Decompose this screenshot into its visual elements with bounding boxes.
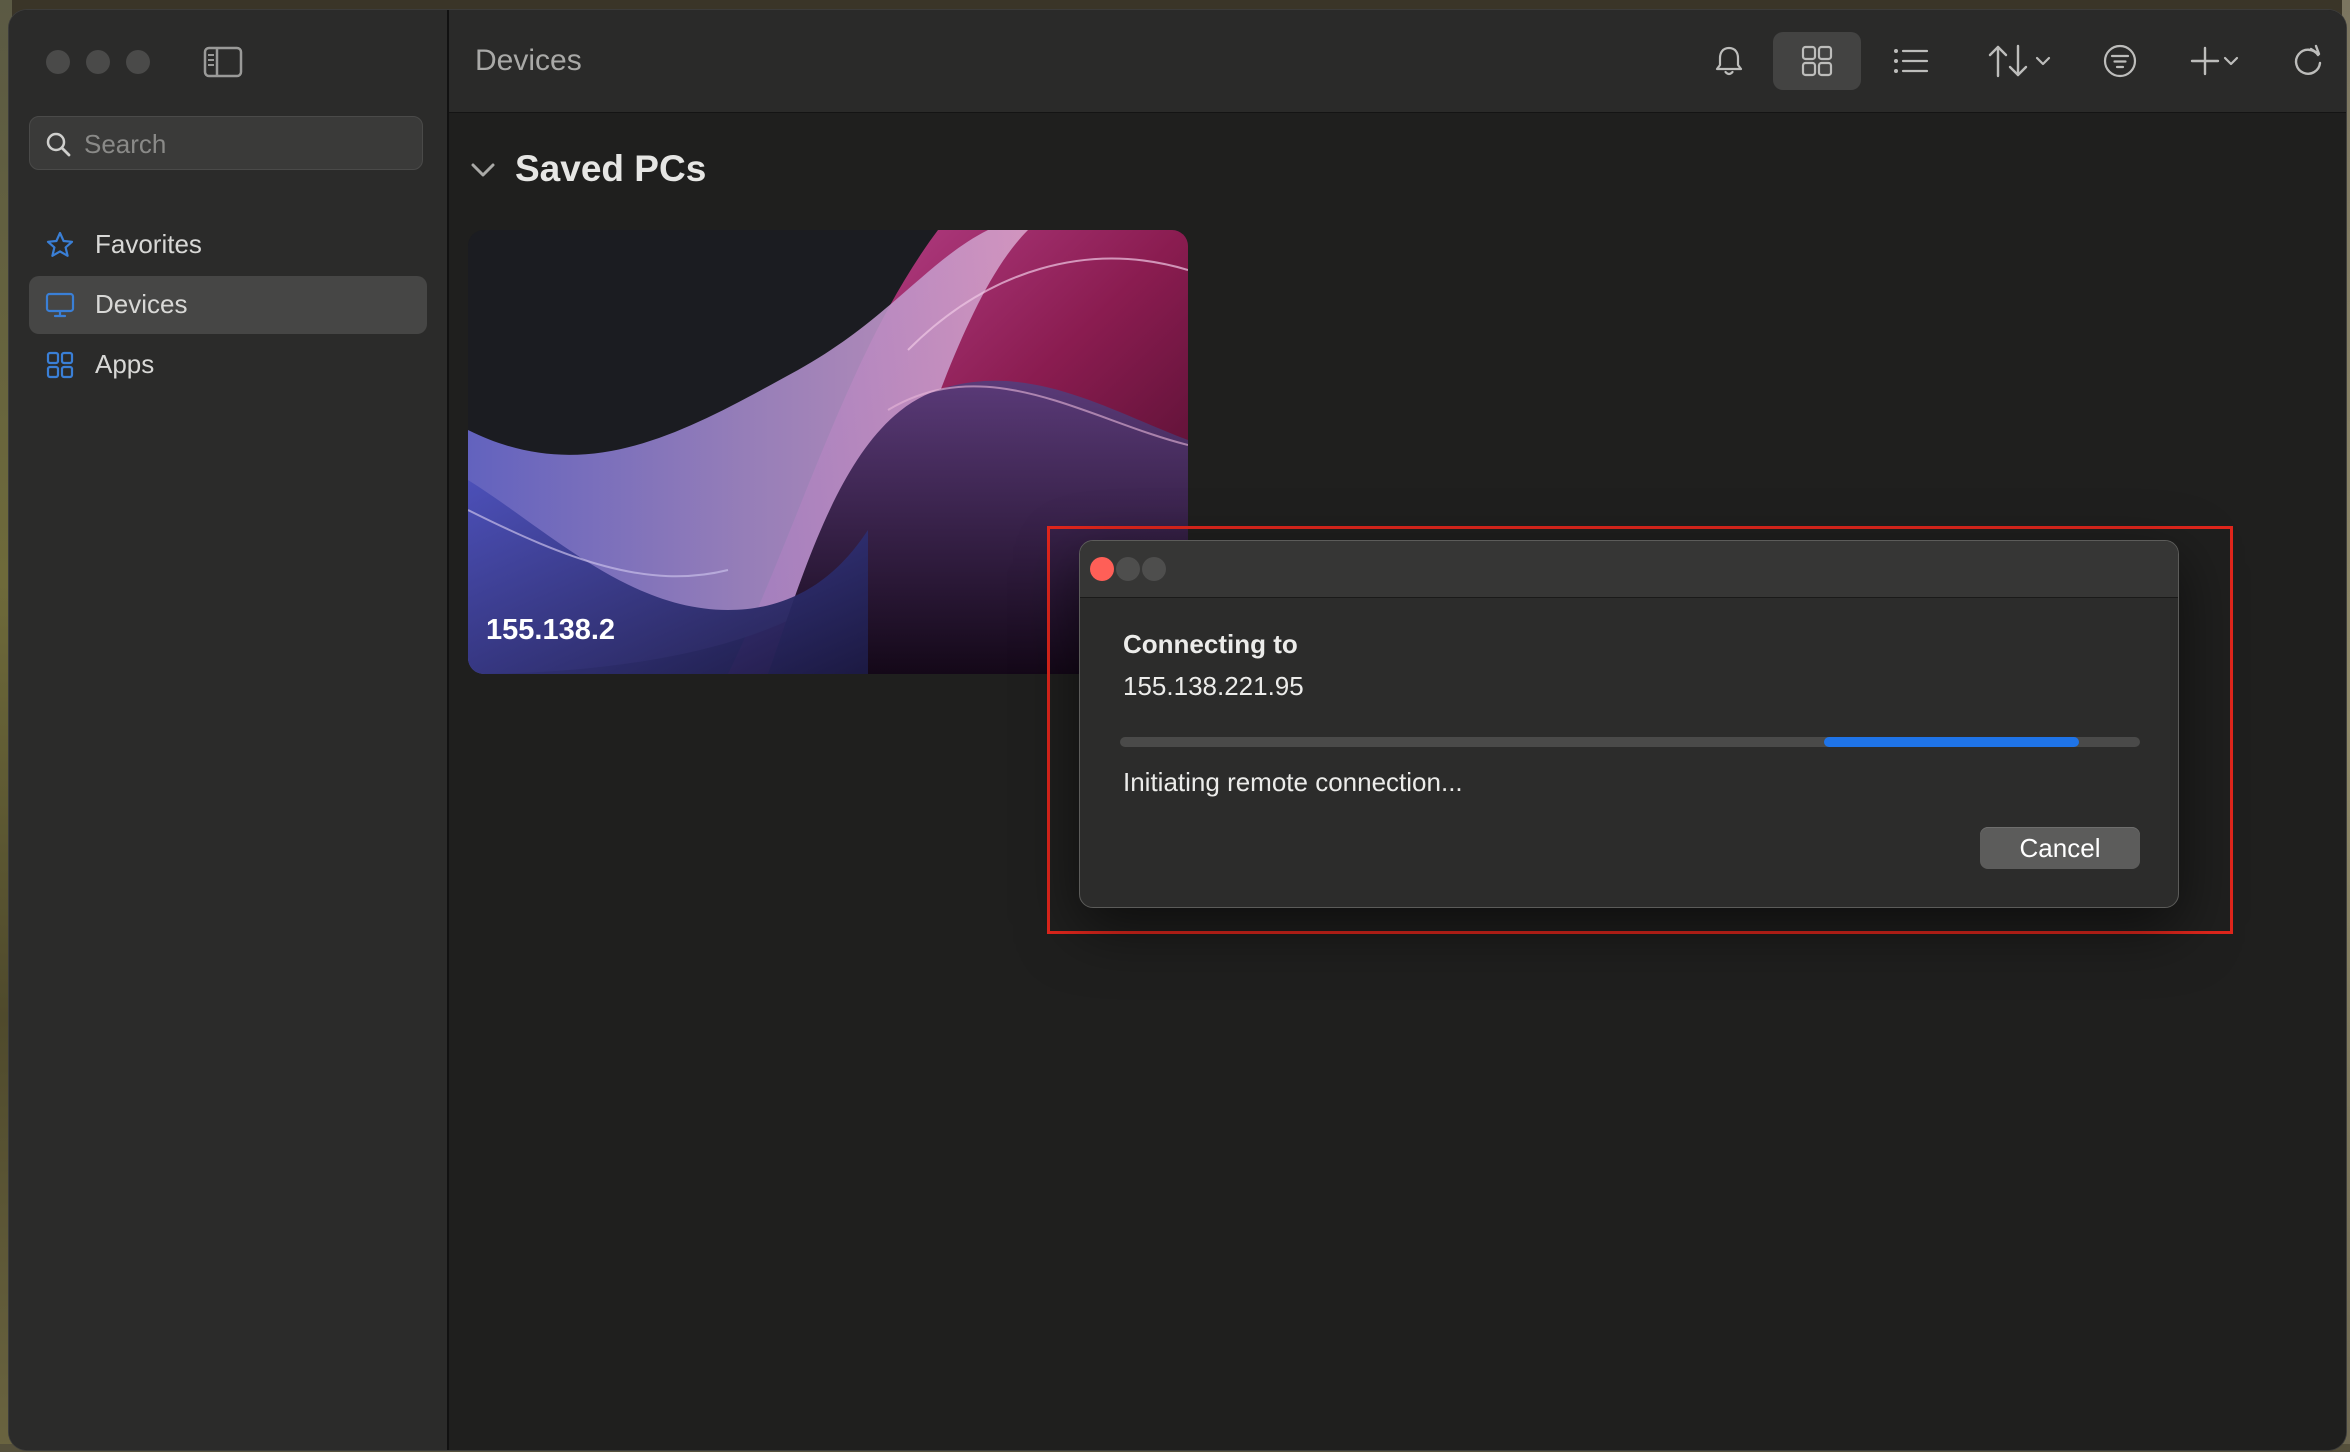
progress-bar-fill (1823, 737, 2079, 747)
grid-view-icon (1801, 45, 1833, 77)
sidebar-toggle-button[interactable] (203, 46, 243, 78)
toolbar: Devices (449, 10, 2346, 113)
plus-icon (2190, 46, 2220, 76)
chevron-down-icon (2035, 56, 2051, 66)
sidebar-item-devices[interactable]: Devices (29, 276, 427, 334)
sidebar-item-label: Apps (95, 349, 155, 379)
star-icon (46, 231, 74, 257)
list-view-button[interactable] (1879, 32, 1943, 90)
pc-name: 155.138.2 (486, 614, 616, 646)
sort-button[interactable] (1977, 32, 2061, 90)
app-window: Favorites Devices Apps Devices (9, 10, 2346, 1450)
list-view-icon (1894, 49, 1929, 73)
filter-button[interactable] (2095, 32, 2145, 90)
add-button[interactable] (2177, 32, 2251, 90)
chevron-down-icon (471, 163, 495, 177)
grid-view-button[interactable] (1773, 32, 1861, 90)
refresh-button[interactable] (2285, 32, 2331, 90)
sidebar: Favorites Devices Apps (9, 10, 449, 1450)
sidebar-item-apps[interactable]: Apps (29, 336, 427, 394)
connecting-dialog: Connecting to 155.138.221.95 Initiating … (1079, 540, 2179, 908)
notifications-button[interactable] (1705, 32, 1753, 90)
page-title: Devices (475, 44, 582, 77)
search-field[interactable] (29, 116, 423, 171)
window-close-button[interactable] (46, 50, 70, 74)
dialog-host-address: 155.138.221.95 (1123, 671, 1304, 701)
search-icon (46, 132, 71, 157)
dialog-zoom-button (1142, 557, 1166, 581)
search-input[interactable] (82, 117, 416, 171)
sort-icon (1988, 44, 2028, 78)
dialog-minimize-button (1116, 557, 1140, 581)
dialog-heading: Connecting to (1123, 629, 1298, 659)
monitor-icon (45, 292, 75, 318)
bell-icon (1715, 46, 1743, 76)
section-title: Saved PCs (515, 148, 707, 189)
sidebar-item-favorites[interactable]: Favorites (29, 216, 427, 274)
window-zoom-button[interactable] (126, 50, 150, 74)
main-content: Devices Saved PCs 155.138.2 Connecting t… (449, 10, 2346, 1450)
dialog-status-text: Initiating remote connection... (1123, 767, 1463, 797)
chevron-down-icon (2223, 56, 2239, 66)
dialog-close-button[interactable] (1090, 557, 1114, 581)
filter-icon (2103, 44, 2137, 78)
refresh-icon (2294, 44, 2322, 75)
dialog-titlebar (1080, 541, 2178, 598)
apps-grid-icon (46, 351, 74, 379)
sidebar-toggle-icon (203, 46, 243, 78)
connection-progress-bar (1120, 737, 2140, 747)
sidebar-item-label: Favorites (95, 229, 202, 259)
sidebar-item-label: Devices (95, 289, 188, 319)
cancel-button[interactable]: Cancel (1980, 827, 2140, 869)
window-minimize-button[interactable] (86, 50, 110, 74)
